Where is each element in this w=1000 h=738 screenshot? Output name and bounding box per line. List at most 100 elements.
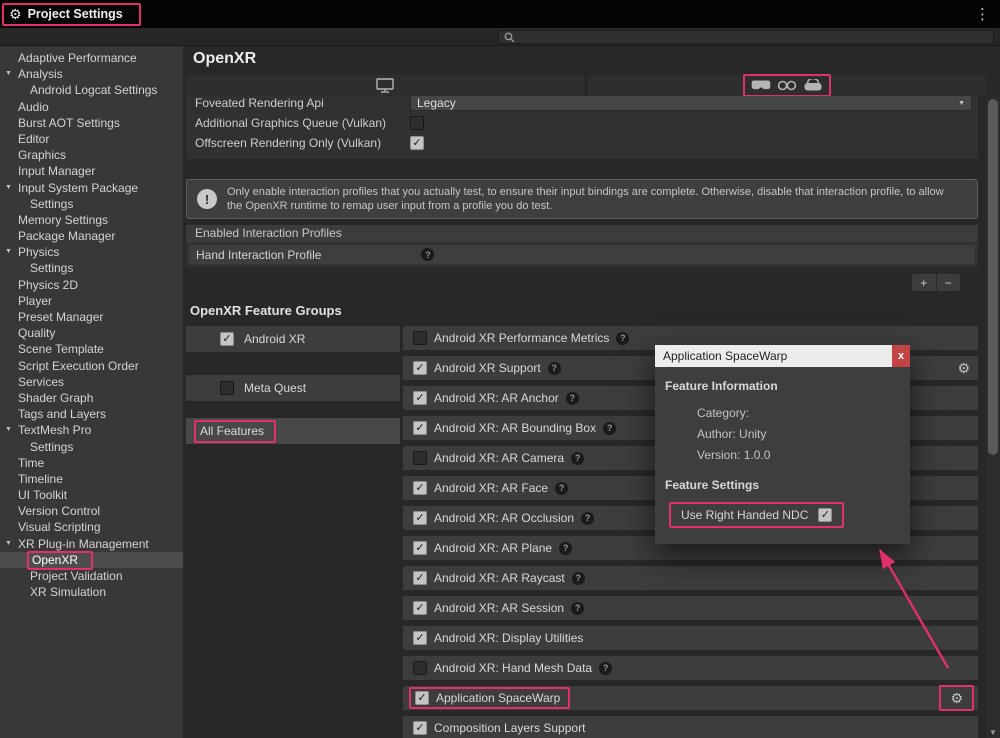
feature-row-application-spacewarp[interactable]: ✓Application SpaceWarp⚙ bbox=[403, 686, 978, 710]
help-icon[interactable]: ? bbox=[566, 392, 579, 405]
help-icon[interactable]: ? bbox=[581, 512, 594, 525]
sidebar-item-memory-settings[interactable]: Memory Settings bbox=[0, 212, 183, 228]
sidebar-item-android-logcat-settings[interactable]: Android Logcat Settings bbox=[0, 82, 183, 98]
checkbox[interactable] bbox=[410, 116, 424, 130]
checkbox[interactable]: ✓ bbox=[415, 691, 429, 705]
foldout-arrow-icon[interactable]: ▼ bbox=[5, 536, 12, 552]
add-profile-button[interactable]: + bbox=[912, 274, 937, 291]
search-box[interactable] bbox=[498, 30, 994, 44]
tab-xr-devices[interactable] bbox=[588, 75, 986, 96]
sidebar-item-script-execution-order[interactable]: Script Execution Order bbox=[0, 358, 183, 374]
openxr-settings-block: Foveated Rendering ApiLegacy▼Additional … bbox=[186, 96, 978, 159]
checkbox[interactable] bbox=[413, 451, 427, 465]
sidebar-item-adaptive-performance[interactable]: Adaptive Performance bbox=[0, 50, 183, 66]
vertical-scrollbar[interactable]: ▼ bbox=[986, 96, 1000, 738]
sidebar-item-settings[interactable]: Settings bbox=[0, 439, 183, 455]
sidebar-item-label: OpenXR bbox=[27, 551, 93, 570]
sidebar-item-textmesh-pro[interactable]: ▼TextMesh Pro bbox=[0, 422, 183, 438]
feature-group-label: Android XR bbox=[244, 332, 305, 346]
sidebar-item-timeline[interactable]: Timeline bbox=[0, 471, 183, 487]
tab-desktop[interactable] bbox=[186, 75, 584, 96]
help-icon[interactable]: ? bbox=[548, 362, 561, 375]
checkbox[interactable] bbox=[413, 661, 427, 675]
sidebar-item-ui-toolkit[interactable]: UI Toolkit bbox=[0, 487, 183, 503]
checkbox[interactable]: ✓ bbox=[413, 571, 427, 585]
checkbox[interactable]: ✓ bbox=[413, 481, 427, 495]
sidebar-item-tags-and-layers[interactable]: Tags and Layers bbox=[0, 406, 183, 422]
sidebar-item-xr-plug-in-management[interactable]: ▼XR Plug-in Management bbox=[0, 536, 183, 552]
feature-row-android-xr-ar-session[interactable]: ✓Android XR: AR Session? bbox=[403, 596, 978, 620]
checkbox[interactable]: ✓ bbox=[413, 391, 427, 405]
sidebar-item-physics[interactable]: ▼Physics bbox=[0, 244, 183, 260]
all-features-item[interactable]: All Features bbox=[186, 418, 400, 444]
sidebar-item-input-manager[interactable]: Input Manager bbox=[0, 163, 183, 179]
help-icon[interactable]: ? bbox=[603, 422, 616, 435]
sidebar-item-services[interactable]: Services bbox=[0, 374, 183, 390]
sidebar-item-label: Burst AOT Settings bbox=[18, 116, 120, 130]
help-icon[interactable]: ? bbox=[421, 248, 434, 261]
sidebar-item-openxr[interactable]: OpenXR bbox=[0, 552, 183, 568]
help-icon[interactable]: ? bbox=[555, 482, 568, 495]
scrollbar-thumb[interactable] bbox=[988, 99, 998, 455]
help-icon[interactable]: ? bbox=[571, 602, 584, 615]
sidebar-item-scene-template[interactable]: Scene Template bbox=[0, 341, 183, 357]
foldout-arrow-icon[interactable]: ▼ bbox=[5, 422, 12, 438]
sidebar-item-physics-2d[interactable]: Physics 2D bbox=[0, 277, 183, 293]
foldout-arrow-icon[interactable]: ▼ bbox=[5, 66, 12, 82]
help-icon[interactable]: ? bbox=[572, 572, 585, 585]
sidebar-item-label: Audio bbox=[18, 100, 49, 114]
sidebar-item-time[interactable]: Time bbox=[0, 455, 183, 471]
checkbox[interactable]: ✓ bbox=[413, 511, 427, 525]
foldout-arrow-icon[interactable]: ▼ bbox=[5, 180, 12, 196]
checkbox[interactable]: ✓ bbox=[220, 332, 234, 346]
feature-row-android-xr-hand-mesh-data[interactable]: Android XR: Hand Mesh Data? bbox=[403, 656, 978, 680]
sidebar-item-input-system-package[interactable]: ▼Input System Package bbox=[0, 180, 183, 196]
dropdown-foveated-rendering-api[interactable]: Legacy▼ bbox=[410, 96, 972, 111]
sidebar-item-player[interactable]: Player bbox=[0, 293, 183, 309]
sidebar-item-analysis[interactable]: ▼Analysis bbox=[0, 66, 183, 82]
sidebar-item-burst-aot-settings[interactable]: Burst AOT Settings bbox=[0, 115, 183, 131]
help-icon[interactable]: ? bbox=[571, 452, 584, 465]
sidebar-item-editor[interactable]: Editor bbox=[0, 131, 183, 147]
scroll-down-arrow-icon[interactable]: ▼ bbox=[986, 728, 1000, 737]
profile-row-hand-interaction[interactable]: Hand Interaction Profile ? bbox=[189, 245, 975, 264]
checkbox[interactable]: ✓ bbox=[413, 601, 427, 615]
help-icon[interactable]: ? bbox=[559, 542, 572, 555]
checkbox[interactable]: ✓ bbox=[410, 136, 424, 150]
sidebar-item-audio[interactable]: Audio bbox=[0, 99, 183, 115]
foldout-arrow-icon[interactable]: ▼ bbox=[5, 244, 12, 260]
popup-category-line: Category: bbox=[663, 403, 902, 424]
help-icon[interactable]: ? bbox=[599, 662, 612, 675]
sidebar-item-settings[interactable]: Settings bbox=[0, 196, 183, 212]
sidebar-item-version-control[interactable]: Version Control bbox=[0, 503, 183, 519]
sidebar-item-settings[interactable]: Settings bbox=[0, 260, 183, 276]
checkbox[interactable]: ✓ bbox=[413, 541, 427, 555]
sidebar-item-visual-scripting[interactable]: Visual Scripting bbox=[0, 519, 183, 535]
checkbox[interactable]: ✓ bbox=[413, 631, 427, 645]
checkbox[interactable]: ✓ bbox=[413, 361, 427, 375]
checkbox[interactable] bbox=[220, 381, 234, 395]
feature-row-composition-layers-support[interactable]: ✓Composition Layers Support bbox=[403, 716, 978, 738]
checkbox[interactable]: ✓ bbox=[818, 508, 832, 522]
kebab-menu-icon[interactable]: ⋮ bbox=[975, 5, 990, 23]
sidebar-item-graphics[interactable]: Graphics bbox=[0, 147, 183, 163]
feature-row-android-xr-ar-raycast[interactable]: ✓Android XR: AR Raycast? bbox=[403, 566, 978, 590]
checkbox[interactable] bbox=[413, 331, 427, 345]
feature-group-meta-quest[interactable]: Meta Quest bbox=[186, 375, 400, 401]
sidebar-item-preset-manager[interactable]: Preset Manager bbox=[0, 309, 183, 325]
sidebar-item-shader-graph[interactable]: Shader Graph bbox=[0, 390, 183, 406]
checkbox[interactable]: ✓ bbox=[413, 721, 427, 735]
feature-row-android-xr-display-utilities[interactable]: ✓Android XR: Display Utilities bbox=[403, 626, 978, 650]
gear-icon[interactable]: ⚙ bbox=[950, 691, 963, 705]
gear-icon[interactable]: ⚙ bbox=[957, 361, 970, 375]
remove-profile-button[interactable]: − bbox=[937, 274, 961, 291]
sidebar-item-xr-simulation[interactable]: XR Simulation bbox=[0, 584, 183, 600]
sidebar-item-project-validation[interactable]: Project Validation bbox=[0, 568, 183, 584]
sidebar-item-quality[interactable]: Quality bbox=[0, 325, 183, 341]
sidebar-item-package-manager[interactable]: Package Manager bbox=[0, 228, 183, 244]
help-icon[interactable]: ? bbox=[616, 332, 629, 345]
checkbox[interactable]: ✓ bbox=[413, 421, 427, 435]
feature-group-android-xr[interactable]: ✓ Android XR bbox=[186, 326, 400, 352]
search-input[interactable] bbox=[519, 31, 988, 43]
close-icon[interactable]: x bbox=[892, 345, 910, 367]
